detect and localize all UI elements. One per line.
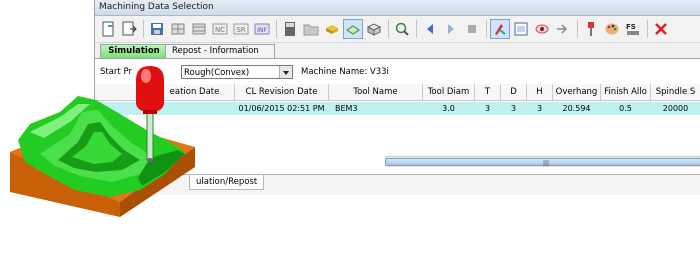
tab-repost-information[interactable]: Repost - Information — [165, 44, 275, 58]
svg-text:NC: NC — [215, 26, 225, 34]
scrollbar-thumb[interactable]: ||| — [385, 158, 700, 167]
title-bar: Machining Data Selection — [95, 0, 700, 16]
eye-icon[interactable] — [532, 19, 552, 39]
horizontal-scrollbar[interactable]: ||| — [385, 156, 700, 167]
toolbar-separator — [577, 20, 578, 38]
machining-illustration — [10, 66, 195, 217]
svg-text:INF: INF — [257, 27, 267, 34]
toolbar: NC SR INF FS — [95, 16, 700, 43]
box-icon[interactable] — [364, 19, 384, 39]
col-header-finish-allowance[interactable]: Finish Allo — [601, 84, 651, 101]
zoom-icon[interactable] — [392, 19, 412, 39]
save-icon[interactable] — [147, 19, 167, 39]
tool-icon[interactable] — [581, 19, 601, 39]
cell-tool-name: BEM3 — [329, 102, 423, 115]
tab-label: ulation/Repost — [196, 177, 258, 187]
cell-cl-revision-date: 01/06/2015 02:51 PM — [235, 102, 329, 115]
toolbar-separator — [143, 20, 144, 38]
chevron-down-icon[interactable] — [279, 66, 292, 78]
grip-icon: ||| — [543, 160, 550, 167]
col-header-tool-diam[interactable]: Tool Diam — [423, 84, 475, 101]
col-header-h[interactable]: H — [527, 84, 553, 101]
stop-icon[interactable] — [462, 19, 482, 39]
col-header-d[interactable]: D — [501, 84, 527, 101]
new-icon[interactable] — [98, 19, 118, 39]
cell-tool-diam: 3.0 — [423, 102, 475, 115]
nc-icon[interactable]: NC — [210, 19, 230, 39]
tool-tip — [147, 158, 153, 162]
col-header-tool-name[interactable]: Tool Name — [329, 84, 423, 101]
tool-shank — [146, 111, 154, 161]
forward-icon[interactable] — [553, 19, 573, 39]
window-title: Machining Data Selection — [99, 2, 214, 12]
cell-spindle-speed: 20000 — [651, 102, 700, 115]
tab-label: Repost - Information — [172, 46, 259, 56]
toolbar-separator — [486, 20, 487, 38]
calc-icon[interactable] — [280, 19, 300, 39]
col-header-spindle-speed[interactable]: Spindle S — [651, 84, 700, 101]
tab-simulation-repost[interactable]: ulation/Repost — [189, 175, 265, 190]
cell-t: 3 — [475, 102, 501, 115]
toolbar-separator — [388, 20, 389, 38]
simulate-icon[interactable] — [490, 19, 510, 39]
toolbar-separator — [276, 20, 277, 38]
col-header-t[interactable]: T — [475, 84, 501, 101]
tool-holder-highlight — [141, 69, 151, 83]
toolbar-separator — [416, 20, 417, 38]
cell-d: 3 — [501, 102, 527, 115]
tab-simulation[interactable]: Simulation — [100, 44, 168, 58]
grid-icon[interactable] — [168, 19, 188, 39]
fs-icon[interactable]: FS — [623, 19, 643, 39]
view-icon[interactable] — [511, 19, 531, 39]
cell-overhang: 20.594 — [553, 102, 601, 115]
cell-h: 3 — [527, 102, 553, 115]
tab-strip: Simulation Repost - Information — [95, 43, 700, 58]
col-header-cl-revision-date[interactable]: CL Revision Date — [235, 84, 329, 101]
close-icon[interactable] — [651, 19, 671, 39]
palette-icon[interactable] — [602, 19, 622, 39]
inf-icon[interactable]: INF — [252, 19, 272, 39]
toolbar-separator — [647, 20, 648, 38]
svg-text:SR: SR — [236, 26, 245, 34]
sr-icon[interactable]: SR — [231, 19, 251, 39]
folder-icon[interactable] — [301, 19, 321, 39]
col-header-overhang[interactable]: Overhang — [553, 84, 601, 101]
import-icon[interactable] — [119, 19, 139, 39]
cell-finish-allowance: 0.5 — [601, 102, 651, 115]
svg-text:FS: FS — [626, 23, 636, 31]
tool-collar — [143, 110, 157, 114]
machine-name-label: Machine Name: V33i — [301, 67, 389, 77]
tab-label: Simulation — [108, 46, 160, 56]
stock-icon[interactable] — [322, 19, 342, 39]
left-arrow-icon[interactable] — [420, 19, 440, 39]
surface-icon[interactable] — [343, 19, 363, 39]
play-icon[interactable] — [441, 19, 461, 39]
grid-alt-icon[interactable] — [189, 19, 209, 39]
